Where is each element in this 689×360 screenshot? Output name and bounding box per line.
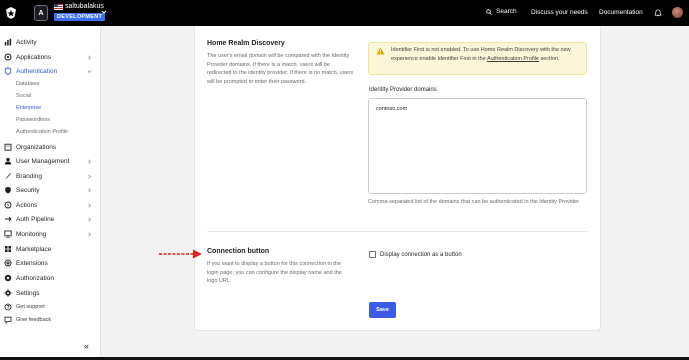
sidebar-item-settings[interactable]: Settings: [0, 287, 101, 299]
identity-provider-domains-textarea[interactable]: contoso.com: [368, 98, 587, 194]
connection-button-title: Connection button: [207, 248, 270, 255]
authentication-profile-link[interactable]: Authentication Profile: [487, 56, 539, 62]
us-flag-icon: [54, 4, 63, 10]
top-bar: A saltubalakus DEVELOPMENT Search Discus…: [0, 0, 689, 26]
chevron-down-icon[interactable]: [101, 9, 107, 15]
home-realm-title: Home Realm Discovery: [207, 40, 285, 47]
chevron-right-icon: [88, 217, 92, 221]
sidebar-item-organizations[interactable]: Organizations: [0, 141, 101, 153]
notifications-bell-icon[interactable]: [654, 9, 662, 17]
sidebar-item-label: Security: [16, 186, 40, 194]
sidebar-item-label: Authorization: [16, 274, 54, 282]
sidebar-item-auth-pipeline[interactable]: Auth Pipeline: [0, 213, 101, 225]
sidebar-item-label: Auth Pipeline: [16, 215, 55, 223]
sidebar: Activity Applications Authentication Dat…: [0, 26, 101, 360]
domains-value: contoso.com: [376, 106, 408, 112]
sidebar-subitem-passwordless[interactable]: Passwordless: [16, 117, 50, 123]
sidebar-item-applications[interactable]: Applications: [0, 51, 101, 63]
applications-icon: [4, 53, 12, 61]
actions-icon: [4, 201, 12, 209]
alert-text: Identifier First is not enabled. To use …: [391, 46, 583, 63]
search-button[interactable]: Search: [486, 8, 517, 15]
gear-icon: [4, 289, 12, 297]
sidebar-item-authentication[interactable]: Authentication: [0, 65, 101, 77]
identifier-first-alert: Identifier First is not enabled. To use …: [368, 42, 587, 75]
sidebar-item-label: Give feedback: [16, 317, 52, 323]
environment-badge: DEVELOPMENT: [54, 13, 106, 21]
warning-icon: [376, 47, 385, 55]
sidebar-item-user-management[interactable]: User Management: [0, 155, 101, 167]
sidebar-item-label: Actions: [16, 201, 38, 209]
sidebar-item-get-support[interactable]: Get support: [0, 301, 101, 313]
discuss-link[interactable]: Discuss your needs: [531, 9, 588, 16]
collapse-sidebar-button[interactable]: «: [84, 341, 89, 351]
monitoring-icon: [4, 230, 12, 238]
authorization-icon: [4, 274, 12, 282]
save-button[interactable]: Save: [369, 302, 396, 318]
sidebar-item-actions[interactable]: Actions: [0, 199, 101, 211]
chevron-right-icon: [88, 203, 92, 207]
extensions-icon: [4, 259, 12, 267]
support-icon: [4, 303, 12, 311]
sidebar-subitem-authentication-profile[interactable]: Authentication Profile: [16, 129, 68, 135]
sidebar-subitem-enterprise[interactable]: Enterprise: [16, 105, 41, 111]
sidebar-item-give-feedback[interactable]: Give feedback: [0, 314, 101, 326]
branding-icon: [5, 173, 11, 179]
chevron-down-icon: [87, 69, 92, 73]
display-as-button-option[interactable]: Display connection as a button: [369, 251, 462, 258]
domains-help-text: Comma-separated list of the domains that…: [368, 199, 581, 205]
sidebar-item-label: Extensions: [16, 259, 48, 267]
documentation-link[interactable]: Documentation: [599, 9, 643, 16]
tenant-avatar[interactable]: A: [34, 5, 48, 21]
sidebar-item-label: Activity: [16, 38, 37, 46]
sidebar-item-monitoring[interactable]: Monitoring: [0, 228, 101, 240]
activity-icon: [4, 38, 12, 46]
auth-pipeline-icon: [5, 216, 12, 222]
section-divider: [207, 231, 587, 232]
search-icon: [486, 8, 492, 15]
sidebar-item-label: Authentication: [16, 67, 58, 75]
identity-provider-domains-label: Identity Provider domains: [369, 87, 437, 93]
sidebar-item-label: Branding: [16, 172, 43, 180]
tenant-name[interactable]: saltubalakus: [65, 3, 104, 10]
display-as-button-checkbox[interactable]: [369, 251, 376, 258]
user-avatar[interactable]: [672, 7, 683, 18]
sidebar-item-label: Organizations: [16, 143, 57, 151]
sidebar-item-marketplace[interactable]: Marketplace: [0, 243, 101, 255]
red-arrow-annotation-icon: [159, 249, 202, 259]
sidebar-item-security[interactable]: Security: [0, 184, 101, 196]
sidebar-item-extensions[interactable]: Extensions: [0, 257, 101, 269]
display-as-button-label: Display connection as a button: [380, 251, 462, 258]
auth0-logo-icon[interactable]: [5, 7, 17, 19]
chevron-right-icon: [88, 188, 92, 192]
user-management-icon: [4, 157, 12, 165]
sidebar-item-label: Monitoring: [16, 230, 47, 238]
feedback-icon: [4, 316, 12, 324]
sidebar-item-label: User Management: [16, 157, 70, 165]
marketplace-icon: [5, 246, 11, 252]
sidebar-subitem-database[interactable]: Database: [16, 81, 40, 87]
connection-button-description: If you want to display a button for this…: [207, 261, 342, 284]
sidebar-item-authorization[interactable]: Authorization: [0, 272, 101, 284]
alert-suffix: section.: [540, 55, 560, 62]
chevron-right-icon: [88, 232, 92, 236]
search-label: Search: [496, 8, 517, 15]
security-icon: [5, 186, 11, 194]
sidebar-item-activity[interactable]: Activity: [0, 36, 101, 48]
sidebar-item-label: Marketplace: [16, 245, 52, 253]
chevron-right-icon: [88, 159, 92, 163]
sidebar-subitem-social[interactable]: Social: [16, 93, 31, 99]
sidebar-item-branding[interactable]: Branding: [0, 170, 101, 182]
home-realm-description: The user's email domain will be compared…: [207, 53, 354, 85]
authentication-icon: [4, 67, 12, 75]
organizations-icon: [4, 143, 12, 151]
chevron-right-icon: [88, 55, 92, 59]
chevron-right-icon: [88, 174, 92, 178]
sidebar-item-label: Get support: [16, 304, 45, 310]
sidebar-item-label: Applications: [16, 53, 52, 61]
sidebar-item-label: Settings: [16, 289, 40, 297]
